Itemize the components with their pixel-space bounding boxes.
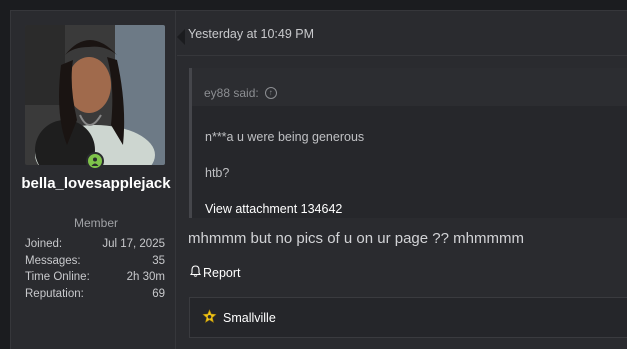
divider xyxy=(177,55,627,56)
post-body: mhmmm but no pics of u on ur page ?? mhm… xyxy=(188,230,524,247)
report-label: Report xyxy=(203,265,241,280)
username[interactable]: bella_lovesapplejack xyxy=(21,174,171,194)
post-date-link[interactable]: Yesterday at 10:49 PM xyxy=(188,27,314,41)
stat-value: 35 xyxy=(152,254,165,267)
stat-value: 69 xyxy=(152,287,165,300)
message-post: bella_lovesapplejack Member Joined: Jul … xyxy=(10,10,627,349)
quote-header[interactable]: ey88 said: ↑ xyxy=(192,68,627,106)
view-attachment-link[interactable]: View attachment 134642 xyxy=(205,202,342,216)
stat-label: Messages: xyxy=(25,254,81,267)
stat-value: Jul 17, 2025 xyxy=(102,238,165,250)
stat-label: Joined: xyxy=(25,238,63,250)
badge-icon xyxy=(202,308,217,327)
post-main: Yesterday at 10:49 PM ey88 said: ↑ n***a… xyxy=(177,11,627,349)
quote-line-2: htb? xyxy=(205,166,230,180)
stat-row-messages: Messages: 35 xyxy=(25,253,165,270)
signature-text[interactable]: Smallville xyxy=(223,311,276,325)
arrow-up-circle-icon[interactable]: ↑ xyxy=(264,87,277,99)
avatar-image xyxy=(25,25,165,165)
stat-value: 2h 30m xyxy=(126,271,165,283)
stat-row-time-online: Time Online: 2h 30m xyxy=(25,269,165,286)
stat-label: Time Online: xyxy=(25,271,90,283)
bell-icon xyxy=(189,265,202,280)
report-button[interactable]: Report xyxy=(189,265,241,280)
signature-banner: Smallville xyxy=(189,297,627,338)
user-online-icon xyxy=(86,152,104,170)
stat-label: Reputation: xyxy=(25,287,84,300)
user-title: Member xyxy=(73,216,118,230)
stat-row-reputation: Reputation: 69 xyxy=(25,286,165,303)
quote-block: ey88 said: ↑ n***a u were being generous… xyxy=(189,68,627,218)
user-info-panel: bella_lovesapplejack Member Joined: Jul … xyxy=(11,11,176,349)
avatar[interactable] xyxy=(25,25,165,165)
user-stats: Joined: Jul 17, 2025 Messages: 35 Time O… xyxy=(25,236,165,302)
quote-line-1: n***a u were being generous xyxy=(205,130,365,144)
stat-row-joined: Joined: Jul 17, 2025 xyxy=(25,236,165,253)
quote-author[interactable]: ey88 said: xyxy=(204,86,259,100)
